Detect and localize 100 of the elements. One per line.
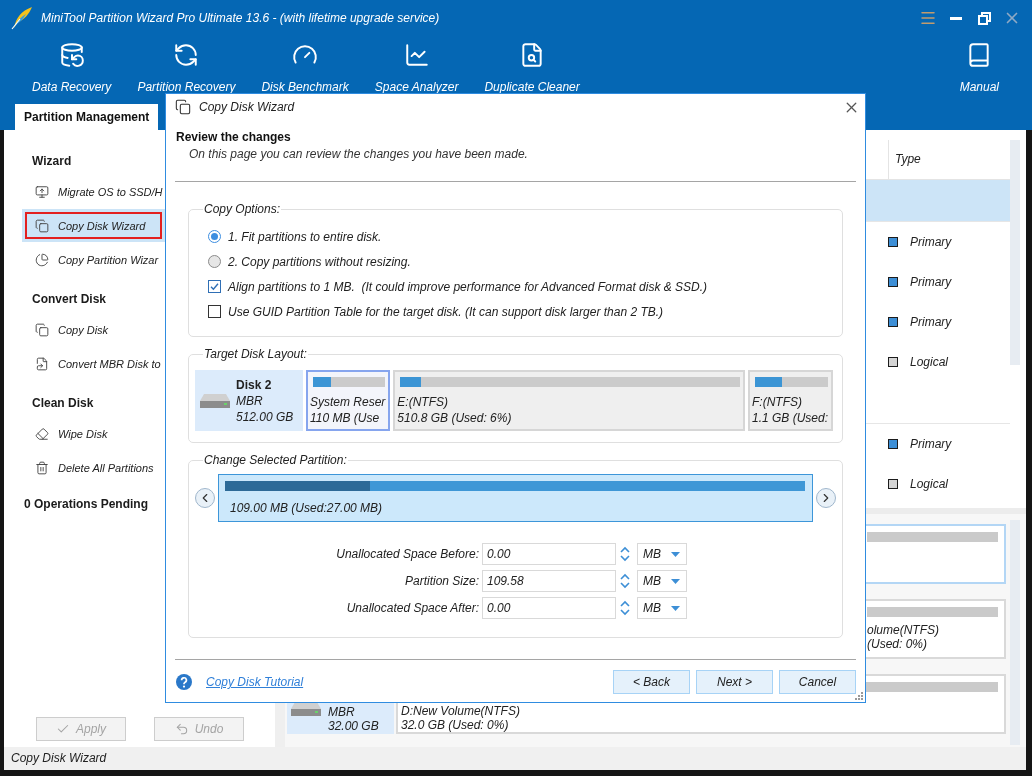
line-chart-icon <box>403 42 430 68</box>
partition-name: olume(NTFS) <box>867 623 939 637</box>
partition-size: 32.0 GB (Used: 0%) <box>401 718 509 732</box>
toolbar-button[interactable]: Partition Recovery <box>135 36 238 94</box>
option-label: Align partitions to 1 MB. (It could improve performance for Advanced Format disk & SSD.) <box>228 279 708 294</box>
partition-size: 510.8 GB (Used: 6%) <box>397 410 512 426</box>
section-heading: Clean Disk <box>31 395 94 412</box>
disk-type-text: MBR <box>328 705 355 719</box>
partition-size: 110 MB (Use <box>310 410 380 426</box>
number-field[interactable]: 0.00 <box>482 543 616 565</box>
group-label: Copy Options: <box>203 202 282 216</box>
partition-card[interactable]: E:(NTFS) 510.8 GB (Used: 6%) <box>393 370 745 431</box>
hard-drive-icon <box>199 392 231 409</box>
partition-usage-text: 109.00 MB (Used:27.00 MB) <box>230 500 383 516</box>
dialog-button[interactable]: Next > <box>696 670 773 694</box>
scrollbar[interactable] <box>1010 140 1020 365</box>
partition-size: (Used: 0%) <box>867 637 928 651</box>
field-label: Partition Size: <box>404 574 479 588</box>
sidebar-item[interactable]: Migrate OS to SSD/H <box>22 175 165 208</box>
disk-info-panel[interactable]: Disk 2 MBR 512.00 GB <box>195 370 303 431</box>
page-description: On this page you can review the changes you have been made. <box>189 147 528 162</box>
eraser-icon <box>35 426 49 441</box>
undo-arrow-icon <box>174 722 189 736</box>
partition-size: 1.1 GB (Used: <box>751 410 828 426</box>
monitor-arrow-icon <box>35 184 49 199</box>
radio-button[interactable] <box>208 230 221 243</box>
number-field[interactable]: 109.58 <box>482 570 616 592</box>
checkbox[interactable] <box>208 280 221 293</box>
minimize-icon <box>950 16 962 20</box>
trash-icon <box>35 460 49 475</box>
sidebar-item[interactable]: Copy Disk Wizard <box>22 209 165 242</box>
number-field[interactable]: 0.00 <box>482 597 616 619</box>
disk-size-text: 32.00 GB <box>328 719 379 733</box>
toolbar-button[interactable]: Space Analyzer <box>372 36 461 94</box>
status-bar: Copy Disk Wizard <box>4 747 1026 770</box>
window-title: MiniTool Partition Wizard Pro Ultimate 13.6 - (with lifetime upgrade service) <box>41 11 440 25</box>
option-label: Use GUID Partition Table for the target disk. (It can support disk larger than 2 TB.) <box>228 304 664 319</box>
copy-icon <box>35 322 49 337</box>
toolbar-button[interactable]: Manual <box>957 36 1001 94</box>
resize-grip-icon[interactable] <box>855 692 863 700</box>
sidebar-item[interactable]: Delete All Partitions <box>22 451 165 484</box>
database-restore-icon <box>58 42 85 68</box>
dialog-button[interactable]: Cancel <box>779 670 856 694</box>
caret-down-icon <box>671 605 680 611</box>
unit-dropdown[interactable]: MB <box>637 597 687 619</box>
menu-icon <box>919 9 937 27</box>
table-row[interactable]: Primary <box>866 222 1010 262</box>
dialog-button[interactable]: < Back <box>613 670 690 694</box>
copy-icon <box>175 99 191 115</box>
toolbar-button[interactable]: Duplicate Cleaner <box>482 36 582 94</box>
help-icon <box>176 674 192 690</box>
partition-name: E:(NTFS) <box>397 394 449 410</box>
app-logo-icon <box>11 6 33 30</box>
scroll-left-button[interactable] <box>195 488 215 508</box>
group-label: Target Disk Layout: <box>203 347 308 361</box>
refresh-icon <box>173 42 200 68</box>
partition-card[interactable]: System Reser 110 MB (Use <box>306 370 391 431</box>
up-down-arrows-icon <box>619 599 631 617</box>
section-heading: Convert Disk <box>31 291 107 308</box>
disk-size-text: 512.00 GB <box>236 408 294 425</box>
field-label: Unallocated Space Before: <box>336 547 479 561</box>
page-heading: Review the changes <box>176 130 291 145</box>
hard-drive-icon <box>290 701 322 717</box>
partition-bar[interactable]: 109.00 MB (Used:27.00 MB) <box>218 474 813 522</box>
restore-icon <box>977 11 991 25</box>
toolbar-button[interactable]: Disk Benchmark <box>259 36 351 94</box>
scroll-right-button[interactable] <box>816 488 836 508</box>
unit-dropdown[interactable]: MB <box>637 543 687 565</box>
check-icon <box>56 722 70 736</box>
checkbox[interactable] <box>208 305 221 318</box>
copy-icon <box>35 218 49 233</box>
up-down-arrows-icon <box>619 572 631 590</box>
sidebar-item[interactable]: Wipe Disk <box>22 417 165 450</box>
disk-type-text: MBR <box>236 392 264 409</box>
toolbar-button[interactable]: Data Recovery <box>30 36 114 94</box>
partition-name: D:New Volume(NTFS) <box>401 704 520 718</box>
table-row[interactable]: Logical <box>866 342 1010 382</box>
caret-down-icon <box>671 578 680 584</box>
partition-card[interactable]: F:(NTFS) 1.1 GB (Used: <box>747 370 833 431</box>
sidebar-item[interactable]: Copy Disk <box>22 313 165 346</box>
option-label: 1. Fit partitions to entire disk. <box>228 229 382 244</box>
pie-chart-icon <box>35 252 49 267</box>
table-row[interactable]: Logical <box>866 464 1010 504</box>
up-down-arrows-icon <box>619 545 631 563</box>
tab[interactable]: Partition Management <box>15 104 159 130</box>
section-heading: Wizard <box>31 153 72 170</box>
caret-down-icon <box>671 551 680 557</box>
field-label: Unallocated Space After: <box>346 601 479 615</box>
unit-dropdown[interactable]: MB <box>637 570 687 592</box>
radio-button[interactable] <box>208 255 221 268</box>
table-row[interactable]: Primary <box>866 302 1010 342</box>
pending-operations: 0 Operations Pending <box>23 496 149 513</box>
sidebar-item[interactable]: Convert MBR Disk to <box>22 347 165 380</box>
disk-name: Disk 2 <box>236 376 273 393</box>
partition-name: System Reser <box>310 394 386 410</box>
table-row[interactable]: Primary <box>866 262 1010 302</box>
file-arrow-icon <box>35 356 49 371</box>
dialog-title: Copy Disk Wizard <box>199 100 295 114</box>
sidebar-item[interactable]: Copy Partition Wizar <box>22 243 165 276</box>
table-row[interactable]: Primary <box>866 424 1010 464</box>
